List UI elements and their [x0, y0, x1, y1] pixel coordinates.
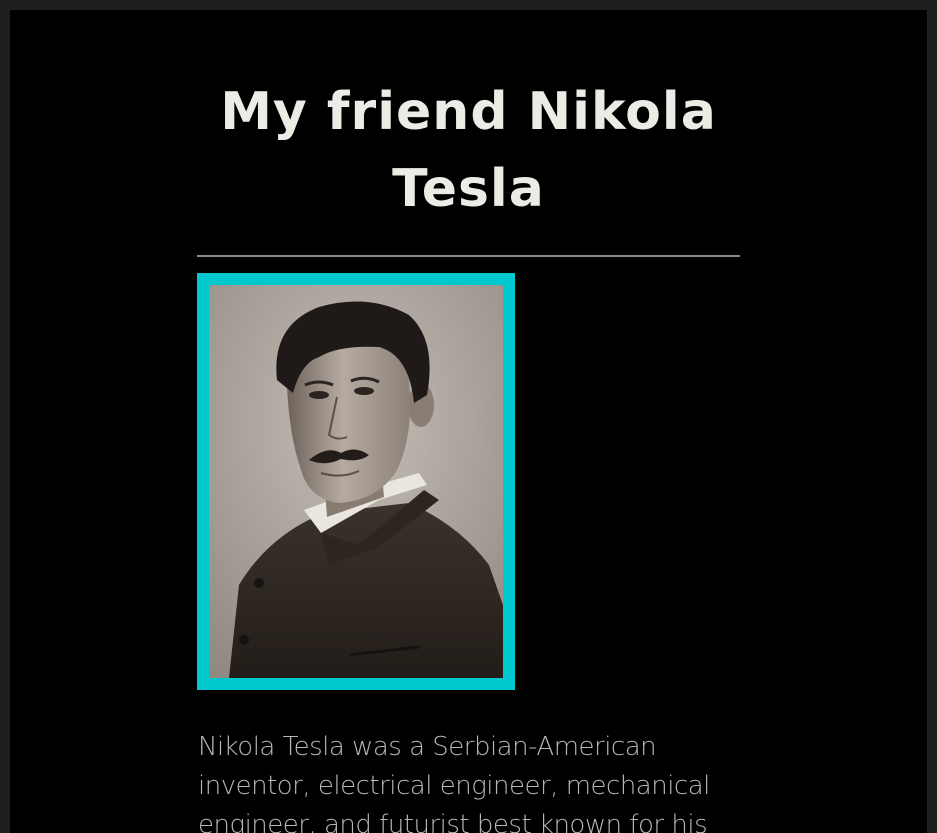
title-divider	[197, 255, 740, 257]
portrait-image	[209, 285, 503, 678]
page-title: My friend Nikola Tesla	[10, 74, 927, 228]
bio-paragraph: Nikola Tesla was a Serbian-American inve…	[198, 732, 710, 833]
page-title-line-1: My friend Nikola	[220, 82, 717, 142]
portrait-frame	[197, 273, 515, 690]
tribute-page: My friend Nikola Tesla Nikola Tesla was …	[10, 10, 927, 833]
page-title-line-2: Tesla	[392, 159, 545, 219]
